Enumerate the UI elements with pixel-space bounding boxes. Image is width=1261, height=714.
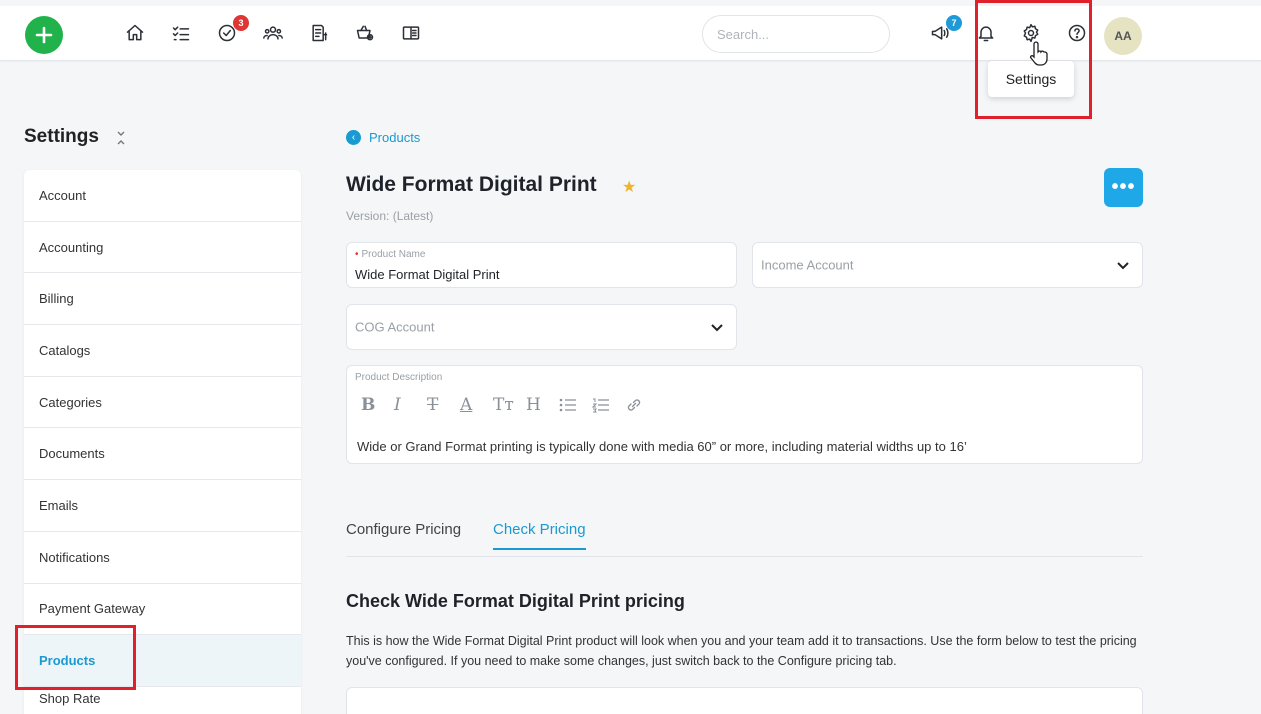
orders-nav-button[interactable] [354, 22, 376, 44]
search-input[interactable] [702, 15, 890, 53]
product-name-label: • Product Name [355, 249, 426, 260]
bullet-list-icon [559, 398, 576, 412]
text-size-button[interactable]: Tт [493, 394, 526, 416]
catalog-nav-button[interactable] [400, 22, 422, 44]
add-new-button[interactable] [25, 16, 63, 54]
products-highlight-box [15, 625, 136, 690]
sidebar-item-notifications[interactable]: Notifications [24, 532, 301, 584]
sidebar-item-catalogs[interactable]: Catalogs [24, 325, 301, 377]
income-account-select[interactable]: Income Account [752, 242, 1143, 288]
basket-add-icon [356, 25, 374, 41]
pricing-test-form [346, 687, 1143, 714]
numbered-list-icon [592, 398, 609, 413]
section-title: Check Wide Format Digital Print pricing [346, 591, 685, 611]
sidebar-item-account[interactable]: Account [24, 170, 301, 222]
users-icon [263, 26, 283, 40]
settings-highlight-box [975, 0, 1092, 119]
tasks-badge: 3 [233, 15, 249, 31]
sidebar-item-emails[interactable]: Emails [24, 480, 301, 532]
star-icon[interactable]: ★ [622, 177, 636, 197]
product-description-editor[interactable]: Product Description B I T A Tт H Wide or… [346, 365, 1143, 464]
book-icon [402, 26, 420, 40]
link-icon [627, 399, 641, 411]
product-name-label-text: Product Name [361, 249, 426, 260]
tasks-list-nav-button[interactable] [170, 22, 192, 44]
contacts-nav-button[interactable] [262, 22, 284, 44]
page-title: Wide Format Digital Print [346, 173, 597, 196]
product-description-label: Product Description [355, 372, 443, 383]
pricing-tabs: Configure Pricing Check Pricing [346, 516, 1143, 557]
announcements-badge: 7 [946, 15, 962, 31]
cog-account-select[interactable]: COG Account [346, 304, 737, 350]
numbered-list-button[interactable] [592, 394, 625, 416]
announcements-button[interactable]: 7 [929, 15, 962, 44]
collapse-icon[interactable] [116, 131, 126, 145]
cog-account-placeholder: COG Account [355, 319, 435, 335]
editor-toolbar: B I T A Tт H [361, 394, 658, 416]
product-name-field[interactable]: • Product Name Wide Format Digital Print [346, 242, 737, 288]
italic-button[interactable]: I [394, 394, 427, 416]
sidebar-item-documents[interactable]: Documents [24, 428, 301, 481]
sidebar-item-shop-rate[interactable]: Shop Rate [24, 687, 301, 714]
plus-icon [35, 26, 53, 44]
more-options-button[interactable]: ••• [1104, 168, 1143, 207]
sidebar-item-categories[interactable]: Categories [24, 377, 301, 429]
chevron-down-icon [1117, 262, 1129, 270]
product-description-text[interactable]: Wide or Grand Format printing is typical… [357, 439, 967, 454]
checklist-icon [172, 26, 190, 41]
version-label: Version: (Latest) [346, 209, 434, 223]
home-nav-button[interactable] [124, 22, 146, 44]
link-button[interactable] [625, 394, 658, 416]
bold-button[interactable]: B [361, 394, 394, 416]
invoices-nav-button[interactable] [308, 22, 330, 44]
sidebar-item-accounting[interactable]: Accounting [24, 222, 301, 274]
strikethrough-button[interactable]: T [427, 394, 460, 416]
breadcrumb[interactable]: ‹ Products [346, 130, 420, 145]
section-description: This is how the Wide Format Digital Prin… [346, 634, 1137, 668]
breadcrumb-products[interactable]: Products [369, 130, 420, 145]
income-account-placeholder: Income Account [761, 257, 854, 273]
heading-button[interactable]: H [526, 394, 559, 416]
bullet-list-button[interactable] [559, 394, 592, 416]
user-avatar[interactable]: AA [1104, 17, 1142, 55]
settings-title: Settings [24, 126, 99, 147]
product-name-value[interactable]: Wide Format Digital Print [355, 267, 499, 282]
tab-configure-pricing[interactable]: Configure Pricing [346, 521, 461, 548]
chevron-down-icon [711, 324, 723, 332]
invoice-icon [312, 24, 328, 42]
home-icon [126, 24, 144, 41]
back-chevron-icon: ‹ [346, 130, 361, 145]
text-color-button[interactable]: A [460, 394, 493, 416]
tab-check-pricing[interactable]: Check Pricing [493, 521, 586, 550]
tasks-nav-button[interactable]: 3 [216, 15, 249, 44]
sidebar-item-billing[interactable]: Billing [24, 273, 301, 326]
